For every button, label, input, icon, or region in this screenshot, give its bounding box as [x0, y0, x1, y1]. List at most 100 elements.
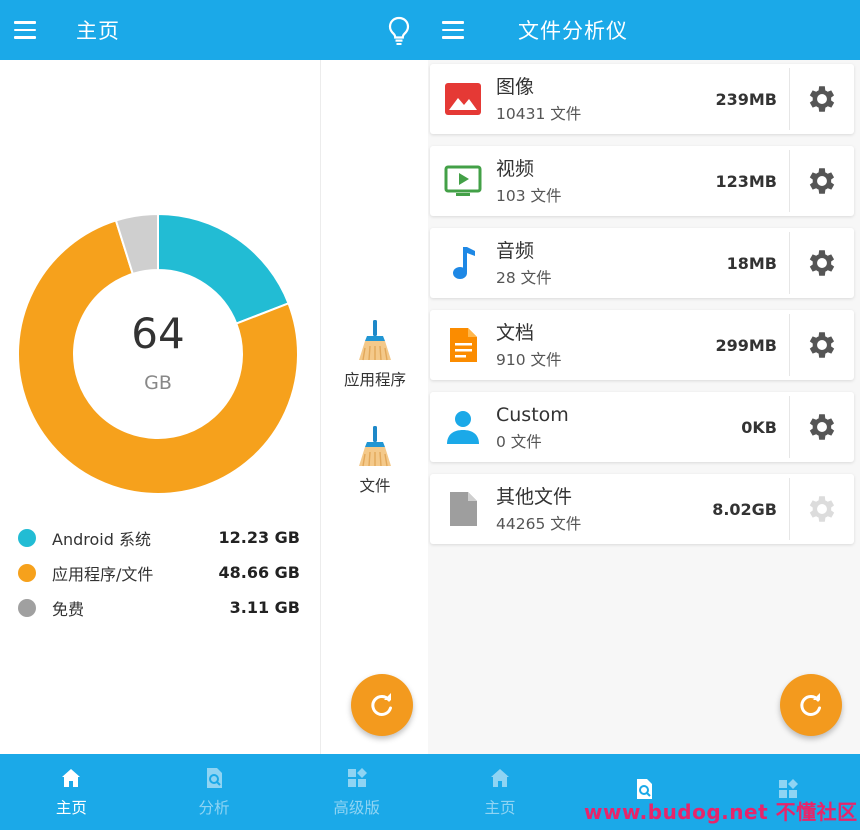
settings-button[interactable] — [790, 64, 854, 134]
category-count: 28 文件 — [496, 269, 552, 287]
storage-total: 64 — [131, 308, 185, 358]
category-text: 文档 910 文件 — [496, 321, 715, 369]
widgets-icon — [347, 768, 367, 787]
file-search-icon — [207, 768, 222, 788]
category-custom[interactable]: Custom 0 文件 0KB — [430, 392, 854, 462]
legend-value: 48.66 GB — [218, 563, 300, 582]
category-size: 123MB — [715, 171, 777, 191]
category-documents[interactable]: 文档 910 文件 299MB — [430, 310, 854, 380]
home-icon — [491, 769, 509, 787]
refresh-button[interactable] — [351, 674, 413, 736]
gear-icon — [809, 250, 835, 276]
legend-label: 应用程序/文件 — [52, 564, 154, 584]
broom-icon — [359, 320, 391, 361]
settings-button-disabled — [790, 474, 854, 544]
category-count: 44265 文件 — [496, 515, 582, 533]
category-text: 视频 103 文件 — [496, 157, 715, 205]
category-audio[interactable]: 音频 28 文件 18MB — [430, 228, 854, 298]
settings-button[interactable] — [790, 146, 854, 216]
nav-home-label: 主页 — [55, 799, 87, 817]
storage-unit: GB — [144, 371, 172, 394]
page-title: 主页 — [76, 19, 120, 43]
category-text: 音频 28 文件 — [496, 239, 727, 287]
person-icon — [444, 408, 482, 446]
category-images[interactable]: 图像 10431 文件 239MB — [430, 64, 854, 134]
settings-button[interactable] — [790, 228, 854, 298]
category-count: 910 文件 — [496, 351, 562, 369]
home-screen: 主页 64 GB Android 系统 12.23 GB 应用程序/文件 48.… — [0, 0, 428, 830]
category-size: 299MB — [715, 335, 777, 355]
category-size: 8.02GB — [712, 499, 777, 519]
legend-item-android: Android 系统 12.23 GB — [18, 520, 300, 555]
clean-files-button[interactable]: 文件 — [322, 424, 428, 496]
nav-home[interactable]: 主页 — [0, 754, 143, 830]
bottom-navigation: 主页 分析 高级版 — [0, 754, 428, 830]
category-size: 0KB — [741, 417, 777, 437]
category-name: 其他文件 — [496, 486, 573, 508]
gear-icon — [809, 332, 835, 358]
nav-home-label: 主页 — [484, 799, 516, 817]
lightbulb-icon[interactable] — [386, 16, 412, 46]
legend-label: Android 系统 — [52, 529, 151, 549]
nav-home[interactable]: 主页 — [428, 754, 572, 830]
music-note-icon — [444, 244, 482, 282]
category-count: 103 文件 — [496, 187, 562, 205]
refresh-icon — [800, 693, 821, 716]
file-icon — [444, 490, 482, 528]
document-icon — [444, 326, 482, 364]
gear-icon — [809, 414, 835, 440]
legend-item-free: 免费 3.11 GB — [18, 590, 300, 625]
category-name: 文档 — [496, 322, 535, 344]
clean-apps-button[interactable]: 应用程序 — [322, 318, 428, 390]
gear-icon — [809, 496, 835, 522]
legend-value: 3.11 GB — [229, 598, 300, 617]
menu-icon[interactable] — [442, 0, 470, 60]
donut-center: 64 GB — [16, 212, 300, 496]
refresh-icon — [371, 693, 392, 716]
category-size: 18MB — [726, 253, 777, 273]
category-other-files[interactable]: 其他文件 44265 文件 8.02GB — [430, 474, 854, 544]
category-text: Custom 0 文件 — [496, 403, 741, 451]
panel-divider — [320, 60, 321, 754]
category-count: 0 文件 — [496, 433, 542, 451]
home-top-bar: 主页 — [0, 0, 428, 60]
clean-apps-label: 应用程序 — [343, 371, 406, 389]
clean-files-label: 文件 — [359, 477, 391, 495]
image-icon — [444, 80, 482, 118]
category-name: 图像 — [496, 76, 535, 98]
settings-button[interactable] — [790, 392, 854, 462]
storage-legend: Android 系统 12.23 GB 应用程序/文件 48.66 GB 免费 … — [18, 520, 300, 625]
legend-value: 12.23 GB — [218, 528, 300, 547]
home-icon — [62, 769, 81, 787]
refresh-button[interactable] — [780, 674, 842, 736]
category-videos[interactable]: 视频 103 文件 123MB — [430, 146, 854, 216]
nav-analyze-label: 分析 — [198, 799, 230, 817]
legend-dot-android — [18, 528, 36, 547]
settings-button[interactable] — [790, 310, 854, 380]
gear-icon — [809, 86, 835, 112]
storage-donut-chart: 64 GB — [16, 212, 300, 496]
nav-premium[interactable]: 高级版 — [285, 754, 428, 830]
page-title: 文件分析仪 — [518, 19, 628, 43]
nav-analyze[interactable]: 分析 — [143, 754, 286, 830]
legend-item-apps: 应用程序/文件 48.66 GB — [18, 555, 300, 590]
category-count: 10431 文件 — [496, 105, 582, 123]
category-name: 音频 — [496, 240, 535, 262]
category-size: 239MB — [715, 89, 777, 109]
category-text: 其他文件 44265 文件 — [496, 485, 712, 533]
file-analyzer-screen: 文件分析仪 图像 10431 文件 239MB 视频 103 文件 123MB … — [428, 0, 860, 830]
nav-premium-label: 高级版 — [333, 799, 380, 817]
category-list: 图像 10431 文件 239MB 视频 103 文件 123MB 音频 28 … — [430, 64, 854, 556]
category-text: 图像 10431 文件 — [496, 75, 715, 123]
video-icon — [444, 162, 482, 200]
gear-icon — [809, 168, 835, 194]
legend-dot-free — [18, 598, 36, 617]
watermark: www.budog.net 不懂社区 — [584, 800, 858, 824]
menu-icon[interactable] — [14, 0, 42, 60]
analyzer-top-bar: 文件分析仪 — [428, 0, 860, 60]
broom-icon — [359, 426, 391, 467]
legend-dot-apps — [18, 563, 36, 582]
category-name: 视频 — [496, 158, 535, 180]
category-name: Custom — [496, 404, 569, 426]
legend-label: 免费 — [52, 599, 85, 619]
